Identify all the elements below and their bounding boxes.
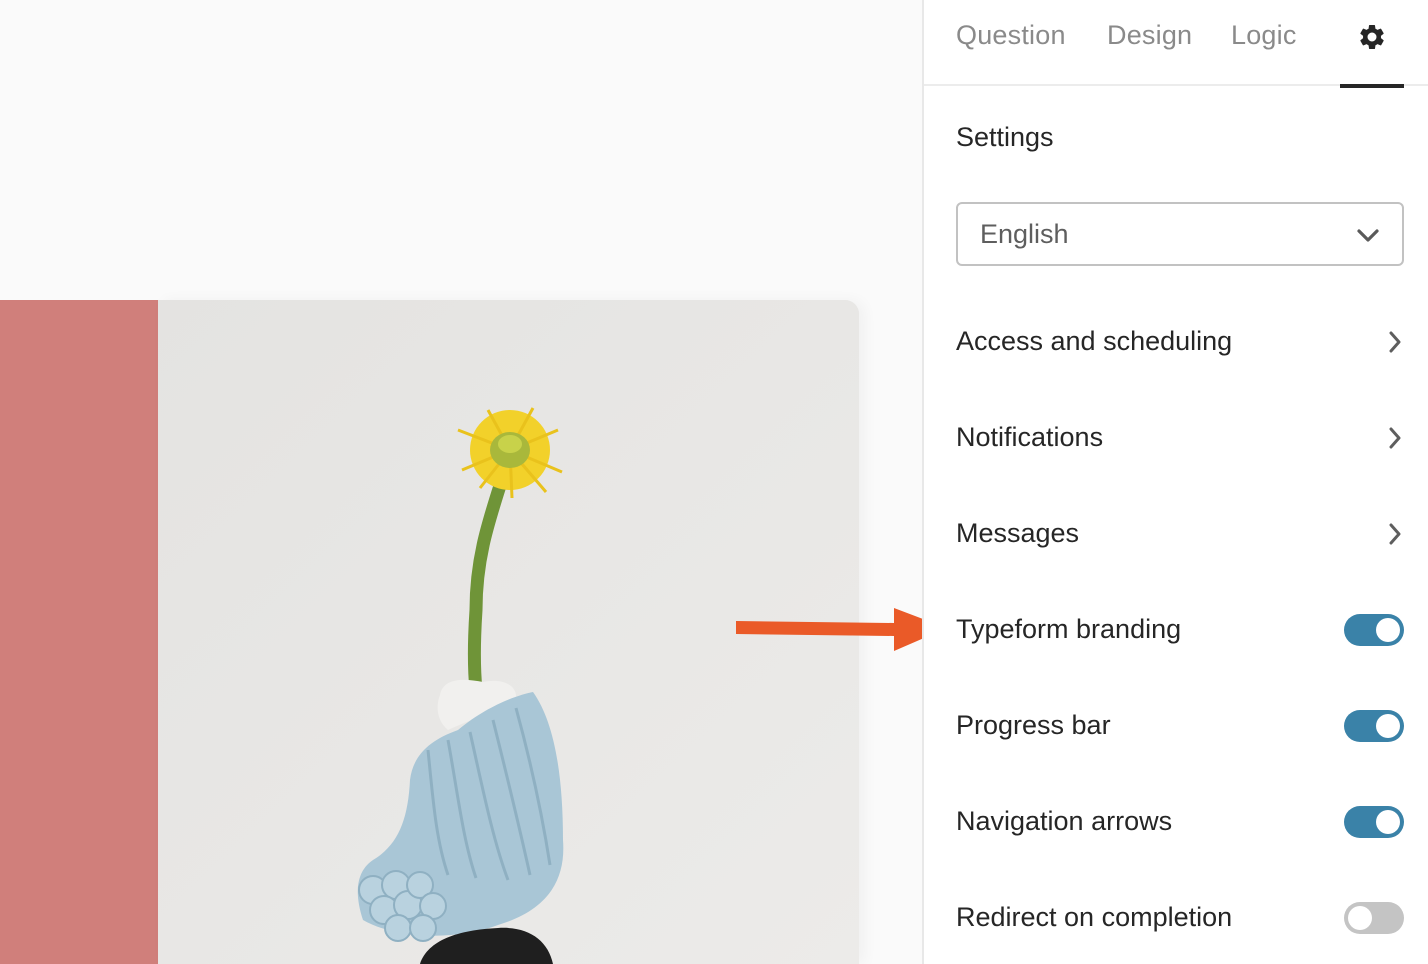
row-label: Messages — [956, 518, 1080, 548]
settings-title: Settings — [956, 122, 1054, 152]
row-access-and-scheduling[interactable]: Access and scheduling — [956, 318, 1404, 366]
navigation-arrows-toggle[interactable] — [1344, 806, 1404, 838]
row-label: Navigation arrows — [956, 806, 1173, 836]
toggle-knob — [1348, 906, 1372, 930]
active-tab-indicator — [1340, 84, 1404, 88]
chevron-down-icon — [1357, 229, 1379, 242]
annotation-arrow-icon — [736, 608, 922, 651]
tab-design[interactable]: Design — [1107, 20, 1192, 51]
tab-settings[interactable] — [1340, 0, 1404, 88]
toggle-knob — [1376, 618, 1400, 642]
toggle-knob — [1376, 810, 1400, 834]
language-select-value: English — [980, 219, 1069, 249]
tab-logic[interactable]: Logic — [1231, 20, 1297, 51]
chevron-right-icon — [1389, 523, 1401, 545]
row-label: Redirect on completion — [956, 902, 1233, 932]
row-redirect-on-completion: Redirect on completion — [956, 894, 1404, 942]
row-progress-bar: Progress bar — [956, 702, 1404, 750]
chevron-right-icon — [1389, 427, 1401, 449]
row-label: Access and scheduling — [956, 326, 1233, 356]
tab-question[interactable]: Question — [956, 20, 1066, 51]
typeform-branding-toggle[interactable] — [1344, 614, 1404, 646]
row-label: Progress bar — [956, 710, 1111, 740]
row-label: Notifications — [956, 422, 1104, 452]
background-color-block — [0, 300, 158, 964]
row-notifications[interactable]: Notifications — [956, 414, 1404, 462]
row-navigation-arrows: Navigation arrows — [956, 798, 1404, 846]
gear-icon — [1360, 24, 1384, 49]
toggle-knob — [1376, 714, 1400, 738]
row-messages[interactable]: Messages — [956, 510, 1404, 558]
language-select[interactable]: English — [956, 202, 1404, 266]
panel-tabs: Question Design Logic — [924, 0, 1428, 88]
progress-bar-toggle[interactable] — [1344, 710, 1404, 742]
redirect-on-completion-toggle[interactable] — [1344, 902, 1404, 934]
form-preview-canvas — [0, 0, 922, 964]
chevron-right-icon — [1389, 331, 1401, 353]
row-label: Typeform branding — [956, 614, 1182, 644]
settings-panel: Question Design Logic Settings English A… — [922, 0, 1428, 964]
row-typeform-branding: Typeform branding — [956, 606, 1404, 654]
